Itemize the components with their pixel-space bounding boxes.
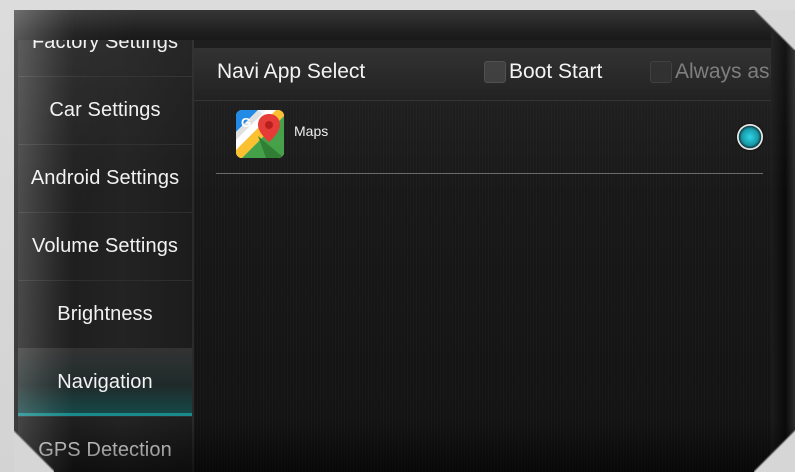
checkbox-icon <box>484 61 506 83</box>
bezel-corner <box>754 10 795 50</box>
always-ask-checkbox[interactable]: Always ask <box>650 57 780 87</box>
menu-item-label: Volume Settings <box>31 234 179 257</box>
app-label: Maps <box>294 123 329 139</box>
menu-item-label: Brightness <box>57 302 153 325</box>
row-divider <box>216 173 763 174</box>
panel-title: Navi App Select <box>217 60 366 83</box>
menu-item-label: Navigation <box>57 370 153 393</box>
menu-item-navigation[interactable]: Navigation <box>18 348 192 417</box>
menu-item-factory-settings[interactable]: Factory Settings <box>18 40 192 77</box>
bezel-right-edge <box>771 10 795 472</box>
menu-item-android-settings[interactable]: Android Settings <box>18 144 192 213</box>
menu-item-label: Android Settings <box>30 166 180 189</box>
svg-text:G: G <box>241 115 251 130</box>
menu-item-label: Factory Settings <box>31 40 179 53</box>
menu-item-label: GPS Detection <box>38 438 172 461</box>
menu-item-brightness[interactable]: Brightness <box>18 280 192 349</box>
settings-menu: Factory Settings Car Settings Android Se… <box>18 40 192 472</box>
app-select-radio[interactable] <box>737 124 763 150</box>
boot-start-checkbox[interactable]: Boot Start <box>484 57 602 87</box>
bezel-top-edge <box>14 10 795 40</box>
device-photo: Factory Settings Car Settings Android Se… <box>0 0 795 472</box>
bezel-corner <box>754 430 795 472</box>
menu-item-label: Car Settings <box>49 98 161 121</box>
menu-item-car-settings[interactable]: Car Settings <box>18 76 192 145</box>
checkbox-icon <box>650 61 672 83</box>
always-ask-label: Always ask <box>675 60 781 83</box>
navigation-panel: Navi App Select Boot Start Always ask G … <box>194 48 795 472</box>
menu-item-volume-settings[interactable]: Volume Settings <box>18 212 192 281</box>
panel-header: Navi App Select Boot Start Always ask <box>194 48 795 101</box>
head-unit-screen: Factory Settings Car Settings Android Se… <box>18 40 795 472</box>
head-unit-bezel: Factory Settings Car Settings Android Se… <box>14 10 795 472</box>
boot-start-label: Boot Start <box>509 60 603 83</box>
bezel-corner <box>14 430 54 472</box>
app-row-maps[interactable]: G Maps <box>216 100 763 180</box>
google-maps-icon: G <box>236 110 284 158</box>
